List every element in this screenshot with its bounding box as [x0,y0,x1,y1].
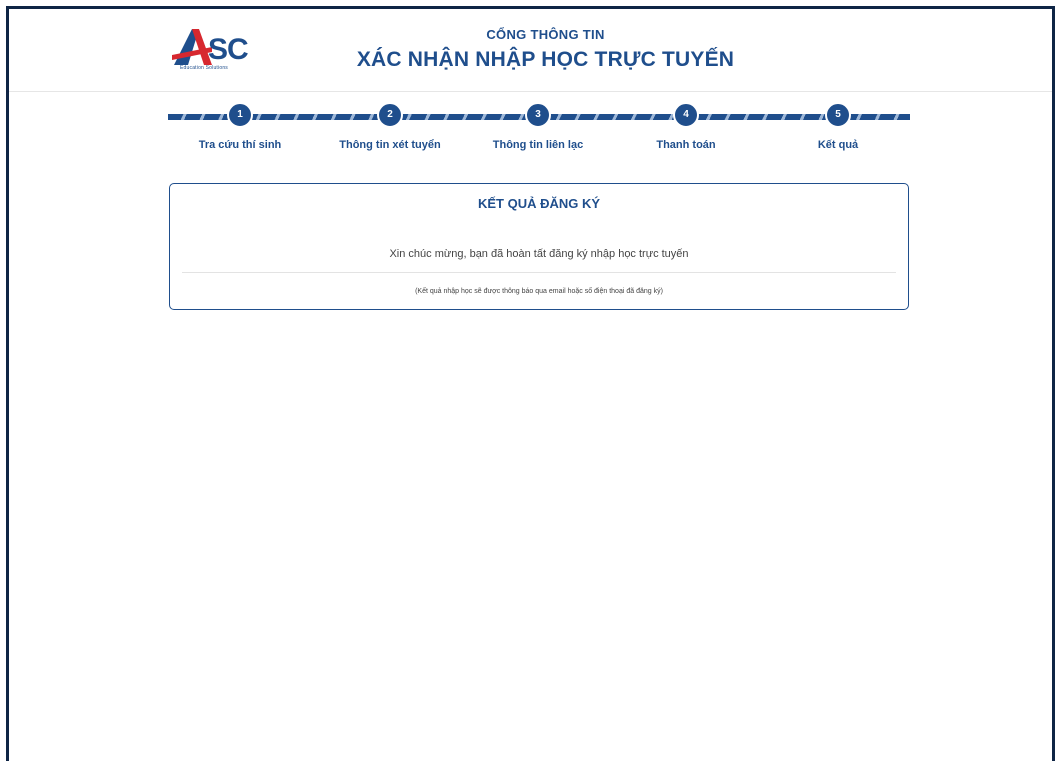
step-number: 3 [525,102,551,128]
step-5[interactable]: 5 Kết quả [778,102,898,151]
divider [182,272,896,273]
result-card: KẾT QUẢ ĐĂNG KÝ Xin chúc mừng, bạn đã ho… [169,183,909,310]
result-title: KẾT QUẢ ĐĂNG KÝ [477,196,601,211]
portal-title: XÁC NHẬN NHẬP HỌC TRỰC TUYẾN [356,48,735,71]
step-label: Kết quả [817,139,859,151]
step-label: Thanh toán [656,139,716,151]
success-message: Xin chúc mừng, bạn đã hoàn tất đăng ký n… [389,248,689,260]
step-4[interactable]: 4 Thanh toán [626,102,746,151]
step-label: Thông tin liên lạc [492,139,584,151]
page-header: SC Education Solutions CỔNG THÔNG TIN XÁ… [9,9,1052,92]
step-number: 2 [377,102,403,128]
portal-subtitle: CỔNG THÔNG TIN [486,27,605,42]
browser-frame: SC Education Solutions CỔNG THÔNG TIN XÁ… [6,6,1055,761]
step-3[interactable]: 3 Thông tin liên lạc [478,102,598,151]
step-1[interactable]: 1 Tra cứu thí sinh [180,102,300,151]
step-2[interactable]: 2 Thông tin xét tuyển [330,102,450,151]
step-label: Tra cứu thí sinh [198,139,282,151]
result-note: (Kết quả nhập học sẽ được thông báo qua … [415,288,663,295]
step-number: 4 [673,102,699,128]
step-number: 5 [825,102,851,128]
progress-stepper: 1 Tra cứu thí sinh 2 Thông tin xét tuyển… [168,102,910,164]
step-label: Thông tin xét tuyển [339,139,441,151]
step-number: 1 [227,102,253,128]
